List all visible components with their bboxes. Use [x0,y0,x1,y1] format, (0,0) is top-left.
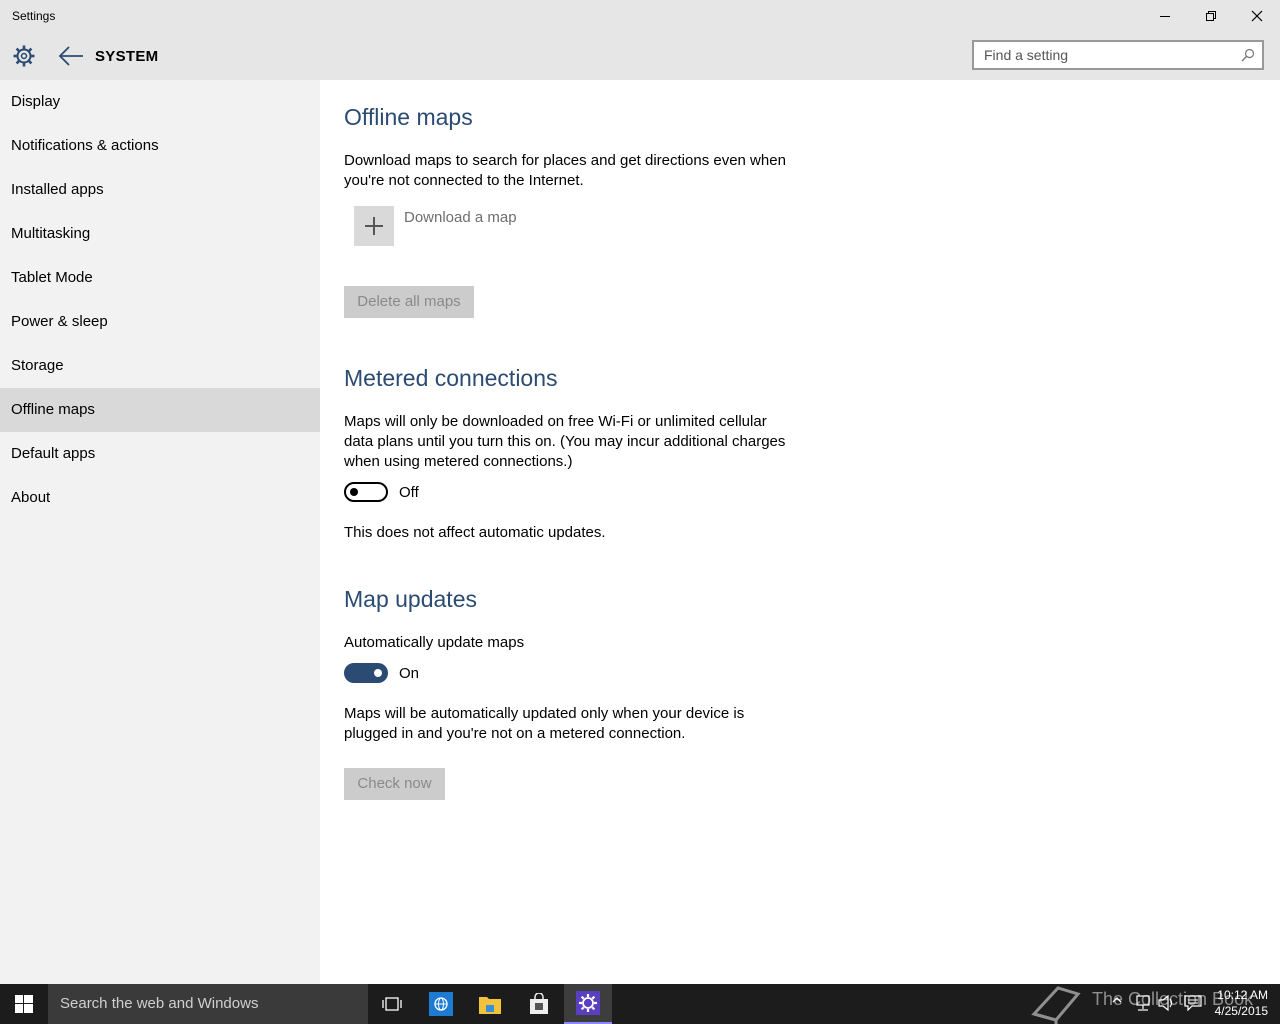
sidebar-item-tablet-mode[interactable]: Tablet Mode [0,256,320,300]
taskbar: Search the web and Windows The Collectio… [0,984,1280,1024]
auto-update-toggle[interactable] [344,663,388,683]
book-logo-icon [1031,986,1081,1024]
folder-icon [479,997,501,1014]
map-updates-heading: Map updates [344,586,477,612]
toggle-knob [374,669,382,677]
task-view-button[interactable] [368,984,416,1024]
minimize-button[interactable] [1142,0,1188,32]
search-icon[interactable] [1241,48,1255,62]
delete-all-maps-button[interactable]: Delete all maps [344,286,474,318]
clock-time: 10:12 AM [1217,988,1268,1002]
offline-maps-heading: Offline maps [344,104,473,130]
page-title: SYSTEM [95,48,159,65]
title-bar: Settings [0,0,1280,32]
check-now-button[interactable]: Check now [344,768,445,800]
metered-connections-heading: Metered connections [344,365,558,391]
sidebar-item-installed-apps[interactable]: Installed apps [0,168,320,212]
restore-icon [1206,11,1216,21]
action-center-icon[interactable] [1184,995,1202,1011]
clock-date: 4/25/2015 [1214,1004,1268,1018]
task-view-icon [382,997,402,1011]
search-box[interactable] [972,40,1264,70]
auto-update-label: Automatically update maps [344,634,525,651]
sidebar-item-offline-maps[interactable]: Offline maps [0,388,320,432]
back-arrow-icon[interactable] [58,44,84,68]
offline-maps-description: Download maps to search for places and g… [344,152,786,189]
download-map-tile[interactable] [354,206,394,246]
network-icon[interactable] [1134,995,1152,1011]
taskbar-file-explorer[interactable] [466,984,514,1024]
taskbar-browser-app[interactable] [417,984,465,1024]
metered-toggle-state: Off [399,484,419,501]
auto-update-toggle-state: On [399,665,420,682]
metered-description: Maps will only be downloaded on free Wi-… [344,413,786,470]
browser-icon [429,992,453,1016]
sidebar-item-about[interactable]: About [0,476,320,520]
metered-toggle[interactable] [344,482,388,502]
volume-icon[interactable] [1158,995,1176,1011]
sidebar: Display Notifications & actions Installe… [0,80,320,984]
main-content: Offline maps Download maps to search for… [344,80,1280,984]
download-map-link[interactable]: Download a map [404,209,517,226]
sidebar-item-storage[interactable]: Storage [0,344,320,388]
close-icon [1251,10,1263,22]
start-button[interactable] [0,984,48,1024]
settings-header: SYSTEM [0,32,1280,80]
map-updates-description: Maps will be automatically updated only … [344,705,745,742]
taskbar-settings-app[interactable] [564,984,612,1024]
windows-logo-icon [15,995,33,1013]
plus-icon [365,217,383,235]
gear-icon [13,45,35,67]
clock[interactable]: 10:12 AM 4/25/2015 [1208,987,1268,1019]
minimize-icon [1160,16,1170,17]
store-bag-icon [530,993,548,1014]
taskbar-search-box[interactable]: Search the web and Windows [48,984,368,1024]
sidebar-item-notifications[interactable]: Notifications & actions [0,124,320,168]
search-input[interactable] [974,42,1234,68]
metered-note: This does not affect automatic updates. [344,524,606,541]
sidebar-item-default-apps[interactable]: Default apps [0,432,320,476]
close-button[interactable] [1234,0,1280,32]
settings-gear-icon [576,991,600,1015]
sidebar-item-power-sleep[interactable]: Power & sleep [0,300,320,344]
window-title: Settings [12,9,56,23]
taskbar-store-app[interactable] [515,984,563,1024]
sidebar-item-multitasking[interactable]: Multitasking [0,212,320,256]
restore-button[interactable] [1188,0,1234,32]
toggle-knob [350,488,358,496]
show-hidden-icons-chevron-icon[interactable] [1112,995,1122,1005]
sidebar-item-display[interactable]: Display [0,80,320,124]
